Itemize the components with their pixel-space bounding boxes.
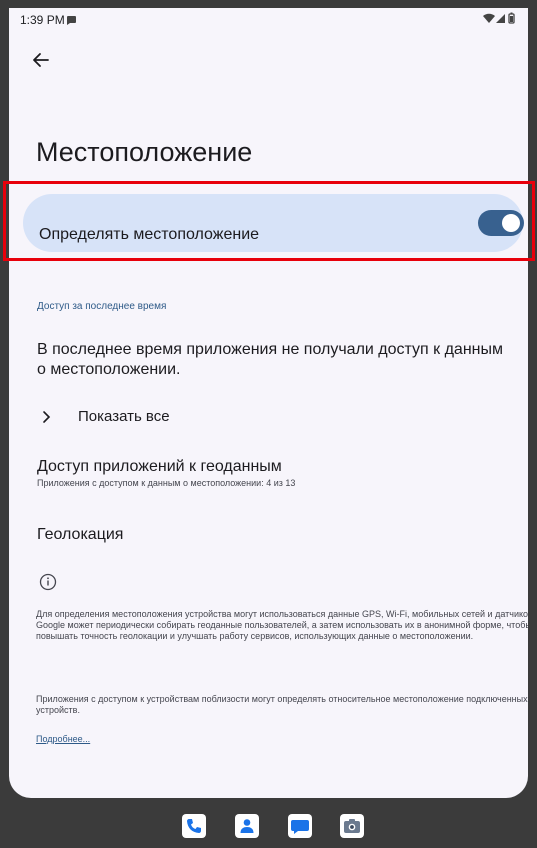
phone-icon	[187, 819, 201, 833]
phone-app[interactable]	[182, 814, 206, 838]
recent-access-message: В последнее время приложения не получали…	[37, 341, 503, 378]
message-notification-icon	[66, 14, 76, 28]
info-icon	[39, 573, 57, 591]
wifi-icon	[483, 13, 495, 23]
signal-icon	[496, 14, 505, 23]
chevron-right-icon	[43, 411, 51, 423]
messages-app[interactable]	[288, 814, 312, 838]
highlight-box	[3, 181, 535, 261]
show-all-item[interactable]: Показать все	[37, 408, 337, 430]
messages-icon	[291, 820, 309, 834]
camera-app[interactable]	[340, 814, 364, 838]
camera-icon	[344, 819, 360, 833]
recent-access-header: Доступ за последнее время	[37, 301, 167, 312]
learn-more-link[interactable]: Подробнее...	[36, 734, 90, 744]
app-access-summary: Приложения с доступом к данным о местопо…	[37, 478, 296, 488]
app-location-access-item[interactable]: Доступ приложений к геоданным Приложения…	[37, 458, 507, 488]
contacts-icon	[240, 819, 254, 833]
arrow-back-icon	[33, 53, 49, 67]
status-time: 1:39 PM	[20, 13, 65, 27]
status-icons	[483, 12, 517, 27]
geolocation-item[interactable]: Геолокация	[37, 526, 123, 544]
page-title: Местоположение	[36, 137, 253, 167]
contacts-app[interactable]	[235, 814, 259, 838]
status-bar: 1:39 PM	[9, 8, 528, 30]
back-button[interactable]	[29, 48, 53, 72]
nearby-devices-footer-text: Приложения с доступом к устройствам побл…	[36, 694, 528, 715]
app-access-title: Доступ приложений к геоданным	[37, 458, 282, 475]
app-dock	[0, 806, 537, 848]
location-footer-text: Для определения местоположения устройств…	[36, 609, 528, 641]
settings-screen: 1:39 PM Местоположение Определять местоп…	[9, 8, 528, 798]
show-all-label: Показать все	[78, 408, 170, 425]
battery-icon	[508, 12, 515, 24]
